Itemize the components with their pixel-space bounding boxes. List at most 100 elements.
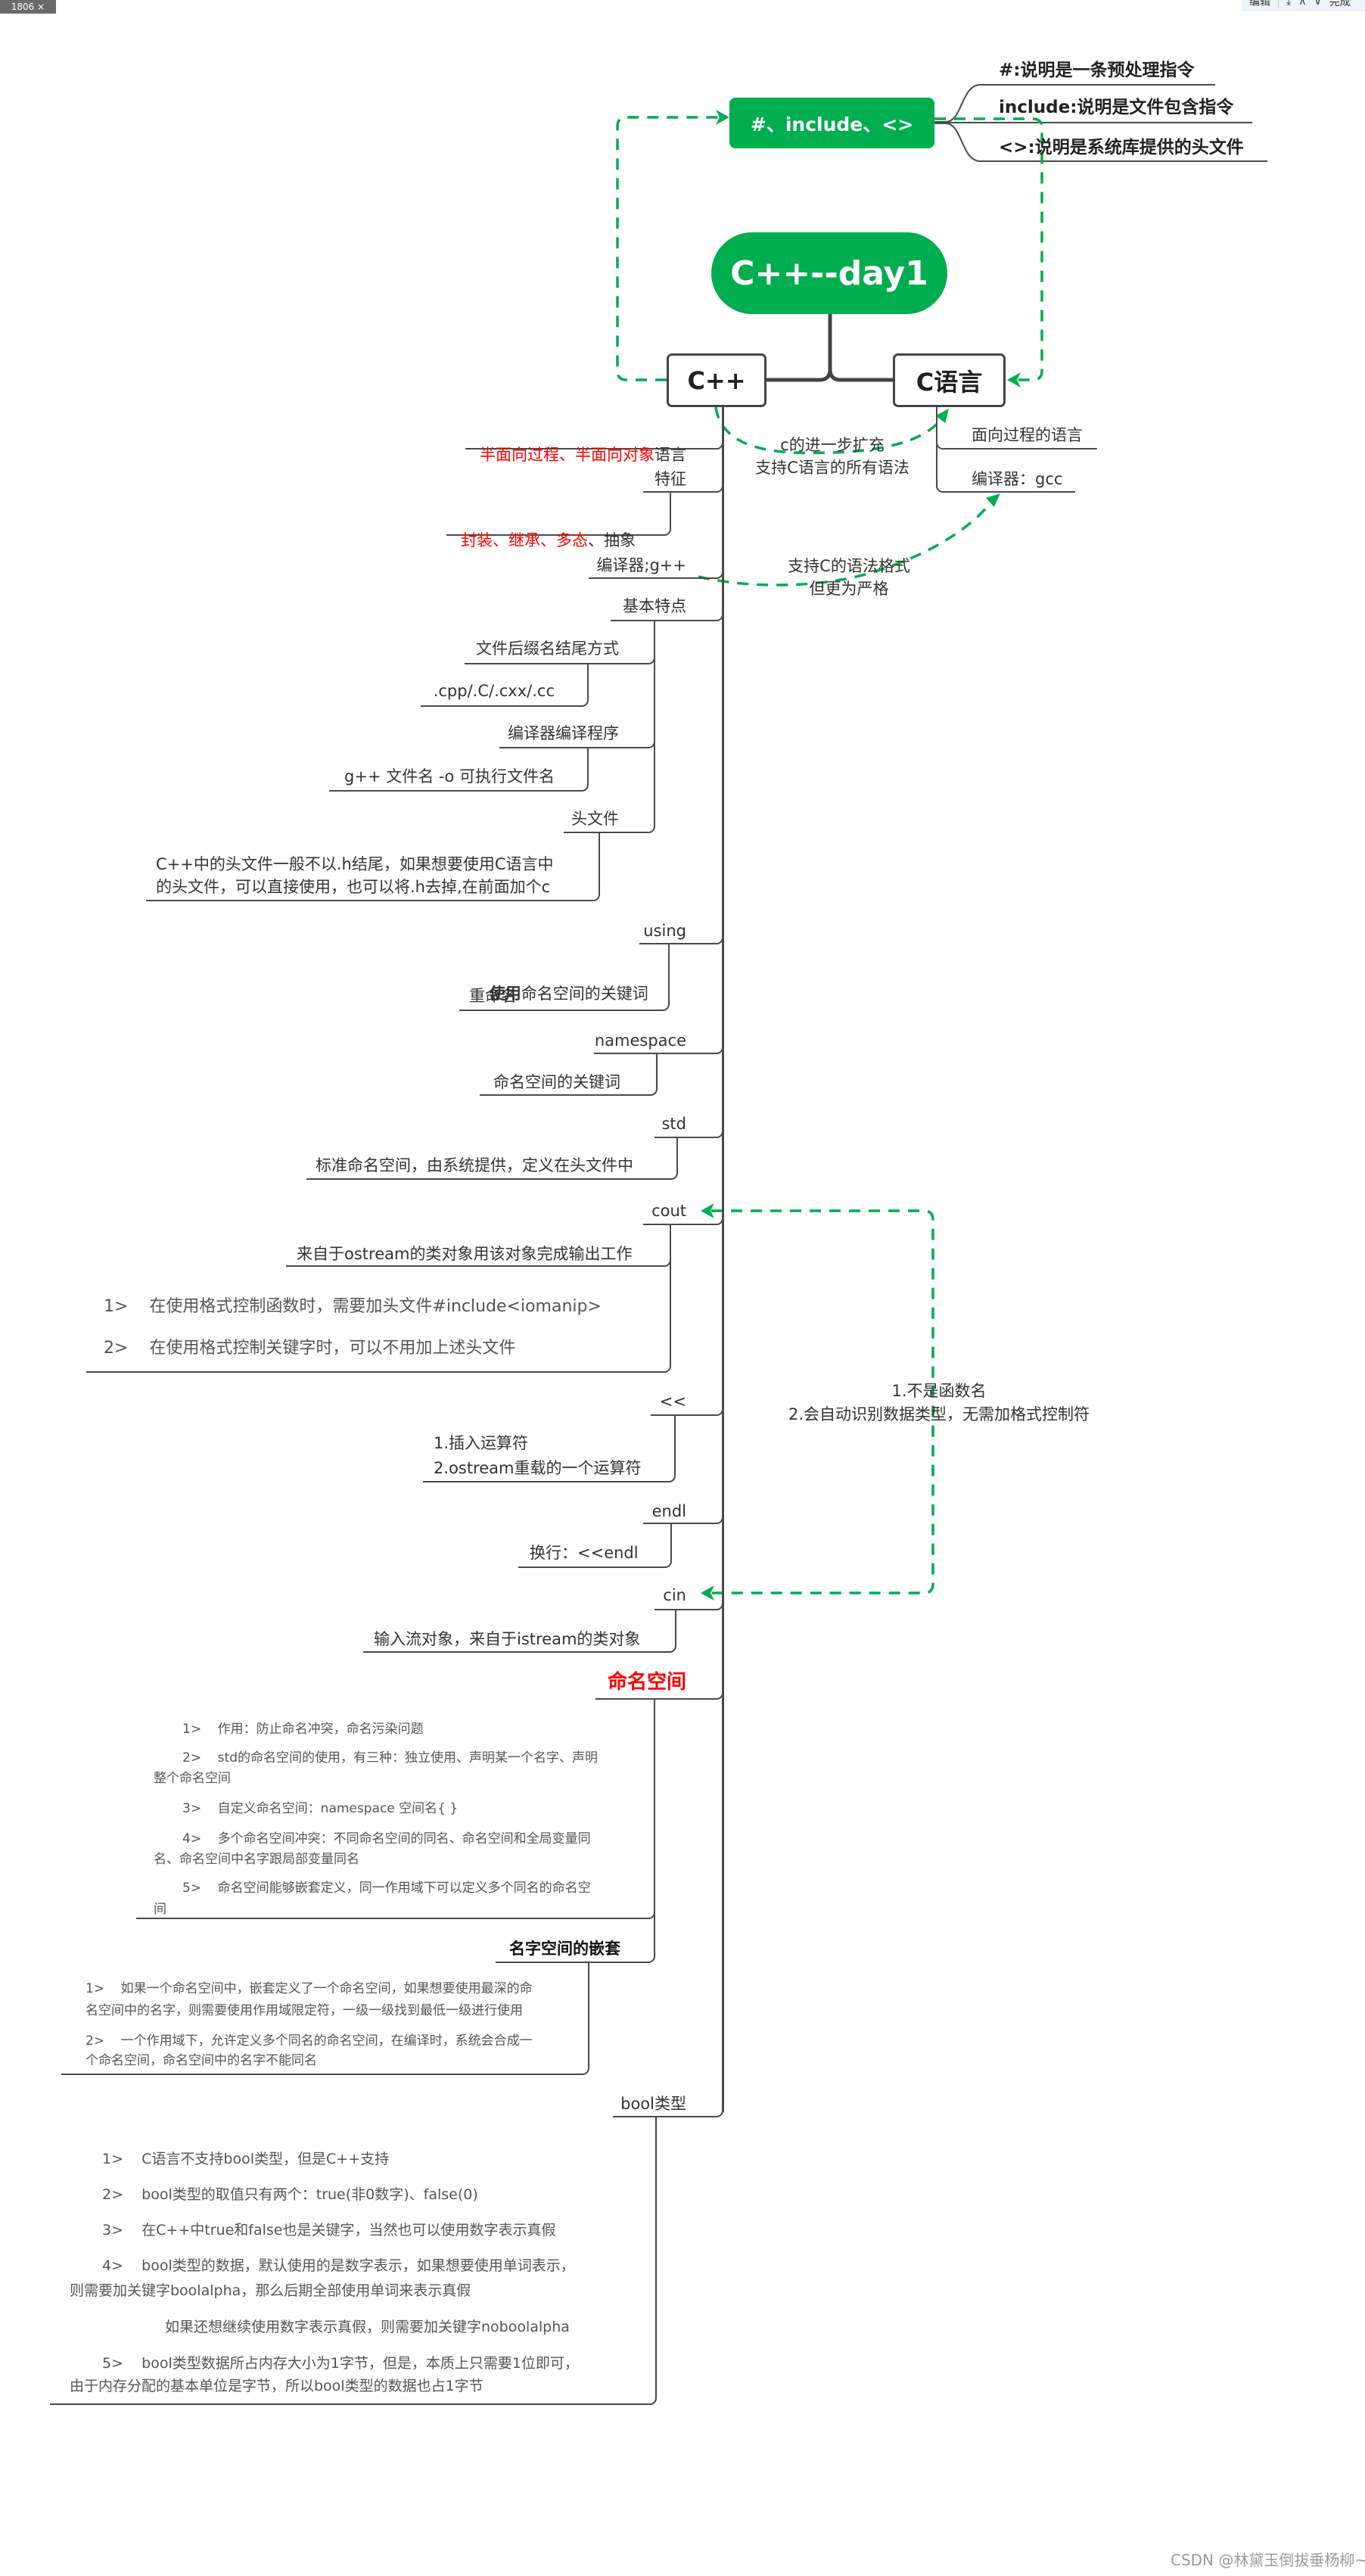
compile-command: g++ 文件名 -o 可执行文件名 xyxy=(344,767,555,786)
namespace-note-line: 1> 作用：防止命名冲突，命名污染问题 xyxy=(182,1722,424,1737)
bool-note-line: 3> 在C++中true和false也是关键字，当然也可以使用数字表示真假 xyxy=(102,2222,556,2238)
download-icon[interactable]: ⤓ xyxy=(1286,0,1291,8)
edit-button[interactable]: 编辑 xyxy=(1249,0,1270,9)
connector-elbow xyxy=(136,1912,655,1919)
topic-cpp: C++ xyxy=(667,353,766,407)
arrowhead-icon xyxy=(1007,372,1021,387)
bool-note-line: 如果还想继续使用数字表示真假，则需要加关键字noboolalpha xyxy=(165,2319,570,2335)
namespace-note-line: 间 xyxy=(154,1902,166,1917)
bool-note-line: 4> bool类型的数据，默认使用的是数字表示，如果想要使用单词表示， xyxy=(102,2257,575,2274)
insert-op-detail-line: 1.插入运算符 xyxy=(434,1434,529,1452)
insert-op-detail-line: 2.ostream重载的一个运算符 xyxy=(434,1459,642,1477)
nesting-note-line: 个命名空间，命名空间中的名字不能同名 xyxy=(86,2053,317,2068)
viewer-toolbar: 编辑 ⤓ ∧ ∨ 完成 xyxy=(1242,0,1365,11)
include-note-include: include:说明是文件包含指令 xyxy=(999,98,1234,117)
connector-line xyxy=(670,1224,671,1367)
paradigm-suffix: 语言 xyxy=(655,446,686,464)
std-detail: 标准命名空间，由系统提供，定义在头文件中 xyxy=(316,1156,633,1174)
cout-note-line: 2> 在使用格式控制关键字时，可以不用加上述头文件 xyxy=(104,1339,516,1358)
arrowhead-icon xyxy=(716,110,729,125)
arrowhead-icon xyxy=(701,1585,714,1601)
header-detail-line: C++中的头文件一般不以.h结尾，如果想要使用C语言中 xyxy=(156,855,554,873)
branch-namespace-topic: 命名空间 xyxy=(607,1671,686,1694)
branch-namespace: namespace xyxy=(594,1031,686,1050)
relationship-label: 支持C语言的所有语法 xyxy=(755,459,909,477)
connector-elbow xyxy=(421,700,589,707)
suffix-values: .cpp/.C/.cxx/.cc xyxy=(433,682,555,700)
root-connector-left xyxy=(766,314,832,382)
branch-cin: cin xyxy=(663,1586,686,1604)
basics-suffix-label: 文件后缀名结尾方式 xyxy=(476,639,619,658)
namespace-detail: 命名空间的关键词 xyxy=(493,1073,620,1091)
namespace-note-line: 5> 命名空间能够嵌套定义，同一作用域下可以定义多个同名的命名空 xyxy=(182,1881,591,1896)
include-note-hash: #:说明是一条预处理指令 xyxy=(999,61,1195,80)
chevron-down-icon[interactable]: ∨ xyxy=(1314,0,1321,8)
header-detail-line: 的头文件，可以直接使用，也可以将.h去掉,在前面加个c xyxy=(156,878,551,896)
using-detail-line: 重命名 xyxy=(469,987,517,1005)
namespace-note-line: 4> 多个命名空间冲突：不同命名空间的同名、命名空间和全局变量同 xyxy=(182,1831,591,1846)
nesting-note-line: 1> 如果一个命名空间中，嵌套定义了一个命名空间，如果想要使用最深的命 xyxy=(86,1981,533,1996)
branch-features: 特征 xyxy=(655,470,686,488)
connector-line xyxy=(654,1699,655,1957)
connector-elbow xyxy=(61,2068,589,2075)
dashed-link-cpp-to-include xyxy=(616,116,719,381)
connector-line xyxy=(676,1137,678,1174)
include-note-angle-brackets: <>:说明是系统库提供的头文件 xyxy=(999,138,1244,157)
nesting-note-line: 2> 一个作用域下，允许定义多个同名的命名空间，在编译时，系统会合成一 xyxy=(86,2033,533,2049)
relationship-label: 1.不是函数名 xyxy=(891,1382,987,1400)
toolbar-divider xyxy=(1278,0,1279,8)
chevron-up-icon[interactable]: ∧ xyxy=(1298,0,1306,8)
connector-elbow xyxy=(465,658,655,664)
watermark: CSDN @林黛玉倒拔垂杨柳~ xyxy=(1171,2551,1365,2569)
connector-line xyxy=(587,664,589,701)
branch-paradigm: 半面向过程、半面向对象语言 xyxy=(459,425,686,484)
bool-note-line: 则需要加关键字boolalpha，那么后期全部使用单词来表示真假 xyxy=(70,2282,471,2299)
include-topic: #、include、<> xyxy=(729,98,934,148)
namespace-nesting-topic: 名字空间的嵌套 xyxy=(509,1940,620,1958)
cout-note-line: 1> 在使用格式控制函数时，需要加头文件#include<iomanip> xyxy=(104,1297,602,1316)
namespace-note-line: 名、命名空间中名字跟局部变量同名 xyxy=(154,1852,359,1867)
connector-line xyxy=(588,1962,589,2069)
arrowhead-icon xyxy=(935,409,949,423)
connector-line xyxy=(668,944,670,1005)
connector-line xyxy=(655,2117,657,2399)
features-suffix: 、抽象 xyxy=(588,531,636,549)
arrowhead-icon xyxy=(701,1203,714,1218)
connector-line xyxy=(670,1523,672,1562)
connector-line xyxy=(654,621,655,827)
branch-insert-operator: << xyxy=(659,1392,686,1411)
bool-note-line: 1> C语言不支持bool类型，但是C++支持 xyxy=(102,2151,390,2167)
features-highlight: 封装、继承、多态 xyxy=(461,531,588,549)
arrowhead-icon xyxy=(986,493,1000,507)
image-size-badge: 1806 × 1066 xyxy=(0,0,56,26)
connector-elbow xyxy=(86,1366,671,1373)
endl-detail: 换行：<<endl xyxy=(530,1544,639,1562)
bool-note-line: 5> bool类型数据所占内存大小为1字节，但是，本质上只需要1位即可， xyxy=(102,2355,579,2372)
nesting-note-line: 名空间中的名字，则需要使用作用域限定符，一级一级找到最低一级进行使用 xyxy=(86,2003,523,2018)
topic-c-language: C语言 xyxy=(893,353,1006,407)
basics-header-label: 头文件 xyxy=(571,810,619,828)
branch-std: std xyxy=(661,1115,686,1133)
cout-detail: 来自于ostream的类对象用该对象完成输出工作 xyxy=(297,1245,633,1263)
connector-elbow xyxy=(595,1693,723,1700)
connector-line xyxy=(599,832,600,895)
bool-note-line: 2> bool类型的取值只有两个：true(非0数字)、false(0) xyxy=(102,2186,478,2203)
branch-endl: endl xyxy=(651,1502,686,1520)
branch-cout: cout xyxy=(651,1202,686,1220)
namespace-note-line: 3> 自定义命名空间：namespace 空间名{ } xyxy=(182,1801,459,1816)
namespace-note-line: 整个命名空间 xyxy=(154,1771,231,1786)
cpp-trunk-line xyxy=(722,407,724,2112)
namespace-note-line: 2> std的命名空间的使用，有三种：独立使用、声明某一个名字、声明 xyxy=(182,1750,598,1766)
connector-line xyxy=(656,1053,658,1090)
bool-note-line: 由于内存分配的基本单位是字节，所以bool类型的数据也占1字节 xyxy=(70,2378,484,2394)
connector-line xyxy=(675,1610,676,1647)
branch-using: using xyxy=(643,922,686,940)
done-button[interactable]: 完成 xyxy=(1329,0,1351,9)
using-detail-text: 命名空间的关键词 xyxy=(521,985,648,1003)
root-connector-right xyxy=(828,369,893,382)
paradigm-highlight: 半面向过程、半面向对象 xyxy=(480,446,655,464)
connector-line xyxy=(670,492,671,530)
connector-line xyxy=(674,1415,676,1476)
features-detail: 封装、继承、多态、抽象 xyxy=(440,511,636,570)
connector-line xyxy=(587,748,589,786)
